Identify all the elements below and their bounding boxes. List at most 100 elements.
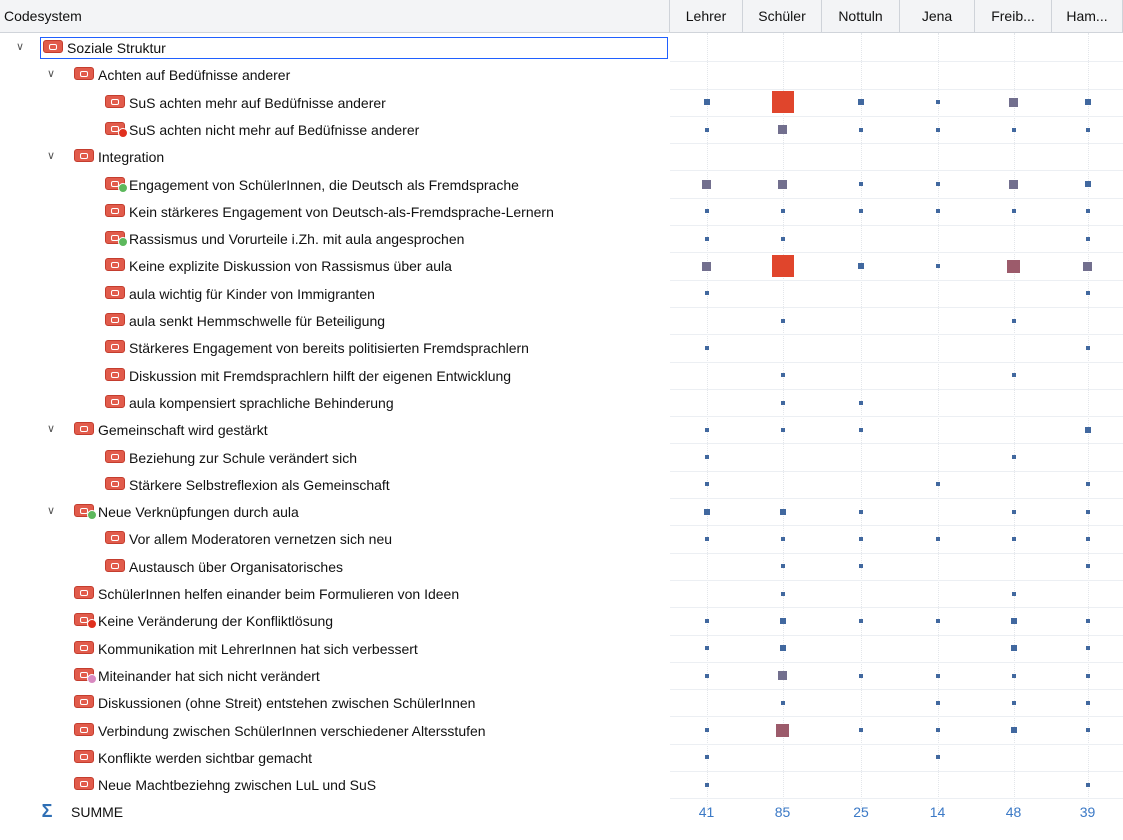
code-row[interactable]: Diskussionen (ohne Streit) entstehen zwi… (0, 690, 1123, 718)
frequency-marker[interactable] (778, 179, 787, 189)
frequency-marker[interactable] (780, 427, 785, 432)
frequency-marker[interactable] (1085, 345, 1090, 350)
code-row[interactable]: Kommunikation mit LehrerInnen hat sich v… (0, 636, 1123, 663)
frequency-marker[interactable] (780, 700, 785, 705)
frequency-marker[interactable] (858, 99, 864, 106)
frequency-marker[interactable] (704, 482, 709, 487)
column-header-5[interactable]: Freib... (975, 0, 1052, 32)
column-header-4[interactable]: Jena (900, 0, 975, 32)
code-row[interactable]: ∨ Gemeinschaft wird gestärkt (0, 417, 1123, 445)
code-row[interactable]: SuS achten mehr auf Bedüfnisse anderer (0, 90, 1123, 117)
code-row[interactable]: Keine explizite Diskussion von Rassismus… (0, 253, 1123, 281)
frequency-marker[interactable] (935, 100, 940, 105)
frequency-marker[interactable] (1011, 318, 1016, 323)
code-row[interactable]: SchülerInnen helfen einander beim Formul… (0, 581, 1123, 609)
chevron-down-icon[interactable]: ∨ (13, 40, 27, 54)
frequency-marker[interactable] (780, 591, 785, 596)
frequency-marker[interactable] (703, 508, 710, 515)
frequency-marker[interactable] (704, 646, 709, 651)
frequency-marker[interactable] (935, 127, 940, 132)
frequency-marker[interactable] (859, 400, 863, 405)
frequency-marker[interactable] (935, 618, 940, 623)
chevron-down-icon[interactable]: ∨ (44, 67, 58, 81)
code-row[interactable]: Engagement von SchülerInnen, die Deutsch… (0, 172, 1123, 199)
frequency-marker[interactable] (704, 673, 709, 678)
frequency-marker[interactable] (778, 125, 787, 135)
frequency-marker[interactable] (1085, 209, 1090, 214)
frequency-marker[interactable] (1084, 181, 1091, 188)
frequency-marker[interactable] (1007, 259, 1020, 273)
chevron-down-icon[interactable]: ∨ (44, 149, 58, 163)
frequency-marker[interactable] (704, 127, 709, 132)
column-header-2[interactable]: Schüler (743, 0, 822, 32)
code-row[interactable]: Konflikte werden sichtbar gemacht (0, 745, 1123, 773)
code-row[interactable]: Verbindung zwischen SchülerInnen verschi… (0, 718, 1123, 745)
frequency-marker[interactable] (1085, 482, 1090, 487)
frequency-marker[interactable] (780, 209, 785, 214)
frequency-marker[interactable] (1085, 673, 1090, 678)
frequency-marker[interactable] (935, 182, 940, 187)
frequency-marker[interactable] (859, 182, 863, 187)
frequency-marker[interactable] (1011, 537, 1016, 542)
code-row[interactable]: Rassismus und Vorurteile i.Zh. mit aula … (0, 226, 1123, 254)
frequency-marker[interactable] (1085, 618, 1090, 623)
frequency-marker[interactable] (935, 264, 940, 269)
frequency-marker[interactable] (703, 99, 710, 106)
frequency-marker[interactable] (780, 373, 785, 378)
frequency-marker[interactable] (1084, 426, 1091, 433)
frequency-marker[interactable] (1010, 645, 1017, 652)
code-row[interactable]: Stärkere Selbstreflexion als Gemeinschaf… (0, 472, 1123, 500)
frequency-marker[interactable] (702, 261, 711, 271)
frequency-marker[interactable] (859, 209, 863, 214)
frequency-marker[interactable] (859, 509, 863, 514)
frequency-marker[interactable] (859, 537, 863, 542)
code-row[interactable]: Neue Machtbeziehng zwischen LuL und SuS (0, 772, 1123, 800)
frequency-marker[interactable] (1011, 455, 1016, 460)
frequency-marker[interactable] (859, 127, 863, 132)
code-row[interactable]: Keine Veränderung der Konfliktlösung (0, 608, 1123, 636)
frequency-marker[interactable] (935, 700, 940, 705)
column-header-3[interactable]: Nottuln (822, 0, 900, 32)
frequency-marker[interactable] (704, 537, 709, 542)
frequency-marker[interactable] (779, 645, 786, 652)
frequency-marker[interactable] (704, 755, 709, 760)
frequency-marker[interactable] (1084, 99, 1091, 106)
frequency-marker[interactable] (1085, 236, 1090, 241)
frequency-marker[interactable] (704, 345, 709, 350)
code-row[interactable]: aula wichtig für Kinder von Immigranten (0, 281, 1123, 308)
frequency-marker[interactable] (704, 782, 709, 787)
frequency-marker[interactable] (1011, 209, 1016, 214)
frequency-marker[interactable] (702, 179, 711, 189)
code-row[interactable]: Kein stärkeres Engagement von Deutsch-al… (0, 199, 1123, 227)
code-row[interactable]: Austausch über Organisatorisches (0, 554, 1123, 581)
frequency-marker[interactable] (935, 673, 940, 678)
frequency-marker[interactable] (859, 618, 863, 623)
frequency-marker[interactable] (1085, 700, 1090, 705)
code-row[interactable]: aula kompensiert sprachliche Behinderung (0, 390, 1123, 418)
frequency-marker[interactable] (1011, 509, 1016, 514)
frequency-marker[interactable] (780, 318, 785, 323)
frequency-marker[interactable] (1011, 700, 1016, 705)
frequency-marker[interactable] (704, 209, 709, 214)
frequency-marker[interactable] (771, 255, 794, 278)
frequency-marker[interactable] (704, 427, 709, 432)
frequency-marker[interactable] (1085, 782, 1090, 787)
frequency-marker[interactable] (935, 209, 940, 214)
frequency-marker[interactable] (859, 728, 863, 733)
frequency-marker[interactable] (776, 723, 789, 737)
code-row[interactable]: SuS achten nicht mehr auf Bedüfnisse and… (0, 117, 1123, 145)
frequency-marker[interactable] (771, 91, 794, 114)
column-header-codesystem[interactable]: Codesystem (0, 0, 670, 32)
frequency-marker[interactable] (779, 508, 786, 515)
code-row[interactable]: ∨ Soziale Struktur (0, 35, 1123, 63)
frequency-marker[interactable] (859, 564, 863, 569)
frequency-marker[interactable] (780, 564, 785, 569)
frequency-marker[interactable] (704, 728, 709, 733)
frequency-marker[interactable] (1085, 564, 1090, 569)
frequency-marker[interactable] (780, 400, 785, 405)
frequency-marker[interactable] (859, 673, 863, 678)
frequency-marker[interactable] (1009, 97, 1018, 107)
code-row[interactable]: Vor allem Moderatoren vernetzen sich neu (0, 526, 1123, 554)
frequency-marker[interactable] (1085, 509, 1090, 514)
code-row[interactable]: ∨ Neue Verknüpfungen durch aula (0, 499, 1123, 527)
